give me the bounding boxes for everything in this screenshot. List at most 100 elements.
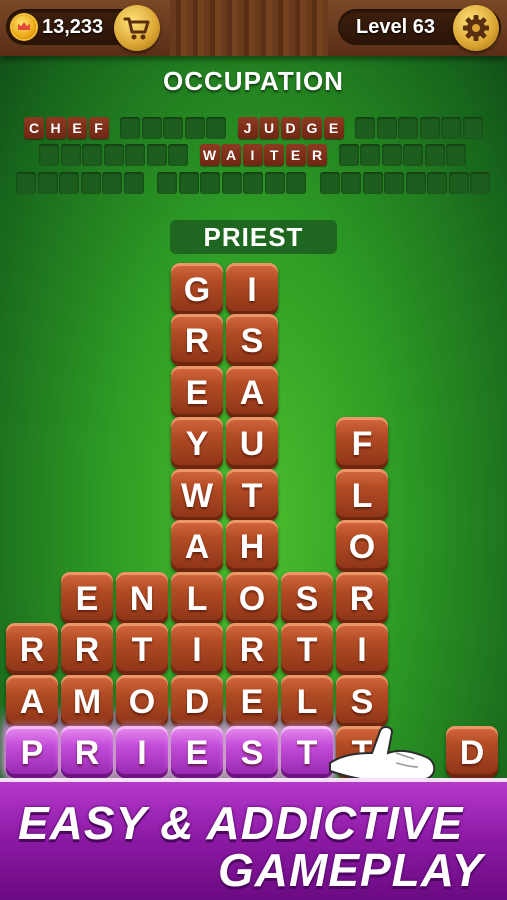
answer-slot-empty: [206, 117, 226, 139]
letter-tile[interactable]: F: [336, 417, 388, 469]
answer-letter: T: [264, 144, 284, 166]
answer-slot-empty: [427, 172, 447, 194]
answer-slot-empty: [441, 117, 461, 139]
answer-slot-empty: [384, 172, 404, 194]
answer-letter: R: [307, 144, 327, 166]
letter-tile[interactable]: T: [226, 468, 278, 521]
answer-letter: C: [24, 117, 44, 139]
answer-slot-empty: [403, 144, 423, 166]
answer-slot-empty: [60, 144, 81, 166]
answer-slot-empty: [221, 172, 242, 194]
answer-slot-empty: [120, 117, 140, 139]
answer-slot-empty: [178, 172, 199, 194]
letter-tile[interactable]: I: [226, 262, 278, 315]
answer-slot-empty: [16, 172, 36, 194]
answer-slot-empty: [82, 144, 102, 166]
letter-tile[interactable]: G: [171, 262, 223, 315]
letter-tile[interactable]: R: [226, 623, 278, 675]
letter-tile[interactable]: T: [116, 623, 168, 675]
answer-slot-empty: [424, 144, 445, 166]
cart-icon: [123, 17, 150, 40]
answer-letter: W: [199, 144, 220, 166]
answer-row2: WAITER: [0, 144, 507, 166]
banner-stripe: [0, 778, 507, 782]
answer-slot-empty: [381, 144, 402, 166]
letter-tile[interactable]: E: [171, 365, 223, 418]
answer-slot-empty: [168, 144, 188, 166]
letter-tile[interactable]: S: [226, 314, 278, 366]
selected-letter-tile[interactable]: P: [6, 726, 58, 778]
answer-slot-empty: [462, 117, 483, 139]
answer-slot-empty: [448, 172, 469, 194]
answer-slot-empty: [200, 172, 220, 194]
letter-tile[interactable]: E: [61, 571, 113, 624]
letter-tile[interactable]: R: [61, 623, 113, 675]
letter-tile[interactable]: I: [171, 623, 223, 675]
answer-slot-empty: [123, 172, 144, 194]
answer-slot-empty: [80, 172, 101, 194]
letter-tile[interactable]: H: [226, 520, 278, 572]
letter-tile[interactable]: A: [226, 365, 278, 418]
selected-letter-tile[interactable]: R: [61, 726, 113, 778]
letter-tile[interactable]: N: [116, 571, 168, 624]
answer-row1: CHEFJUDGE: [0, 117, 507, 139]
answer-slot-empty: [446, 144, 466, 166]
letter-tile[interactable]: O: [116, 674, 168, 727]
letter-tile[interactable]: A: [171, 520, 223, 572]
answer-letter: G: [302, 117, 322, 139]
answer-slot-empty: [360, 144, 380, 166]
letter-tile[interactable]: L: [336, 468, 388, 521]
answer-letter: E: [285, 144, 306, 166]
answer-slot-empty: [264, 172, 285, 194]
shop-button[interactable]: [114, 5, 160, 51]
letter-tile[interactable]: Y: [171, 417, 223, 469]
game-screen: 13,233 Level 63 OCCUPATION C H E F J U D…: [0, 0, 507, 900]
answer-slot-empty: [376, 117, 397, 139]
answer-letter: E: [323, 117, 344, 139]
answer-slot-empty: [405, 172, 426, 194]
letter-tile[interactable]: L: [281, 674, 333, 727]
settings-button[interactable]: [453, 5, 499, 51]
letter-tile[interactable]: M: [61, 674, 113, 727]
answer-slot-empty: [37, 172, 58, 194]
answer-row3: [0, 172, 507, 194]
crown-coin-icon: [12, 15, 36, 39]
letter-tile[interactable]: D: [446, 726, 498, 778]
letter-tile[interactable]: S: [281, 571, 333, 624]
letter-tile[interactable]: L: [171, 571, 223, 624]
answer-slot-empty: [184, 117, 205, 139]
selected-letter-tile[interactable]: S: [226, 726, 278, 778]
answer-slot-empty: [125, 144, 145, 166]
wood-plank: [170, 0, 328, 56]
letter-tile[interactable]: S: [336, 674, 388, 727]
letter-tile[interactable]: O: [226, 571, 278, 624]
answer-slot-empty: [243, 172, 263, 194]
answer-letter: H: [45, 117, 66, 139]
answer-slot-empty: [163, 117, 183, 139]
answer-letter: U: [259, 117, 279, 139]
letter-tile[interactable]: I: [336, 623, 388, 675]
letter-tile[interactable]: E: [226, 674, 278, 727]
letter-tile[interactable]: W: [171, 468, 223, 521]
answer-letter: F: [88, 117, 109, 139]
category-title: OCCUPATION: [163, 66, 344, 96]
answer-slot-empty: [141, 117, 162, 139]
letter-tile[interactable]: R: [6, 623, 58, 675]
answer-slot-empty: [39, 144, 59, 166]
letter-tile[interactable]: T: [281, 623, 333, 675]
tagline-line1: EASY & ADDICTIVE: [18, 797, 464, 849]
letter-tile[interactable]: O: [336, 520, 388, 572]
letter-tile[interactable]: R: [336, 571, 388, 624]
answer-letter: J: [237, 117, 258, 139]
answer-slot-empty: [286, 172, 306, 194]
letter-tile[interactable]: D: [171, 674, 223, 727]
selected-letter-tile[interactable]: I: [116, 726, 168, 778]
answer-slot-empty: [338, 144, 359, 166]
letter-tile[interactable]: R: [171, 314, 223, 366]
letter-tile[interactable]: U: [226, 417, 278, 469]
selected-letter-tile[interactable]: E: [171, 726, 223, 778]
answer-slot-empty: [362, 172, 383, 194]
answer-slot-empty: [341, 172, 361, 194]
letter-tile[interactable]: A: [6, 674, 58, 727]
answer-letter: D: [280, 117, 301, 139]
